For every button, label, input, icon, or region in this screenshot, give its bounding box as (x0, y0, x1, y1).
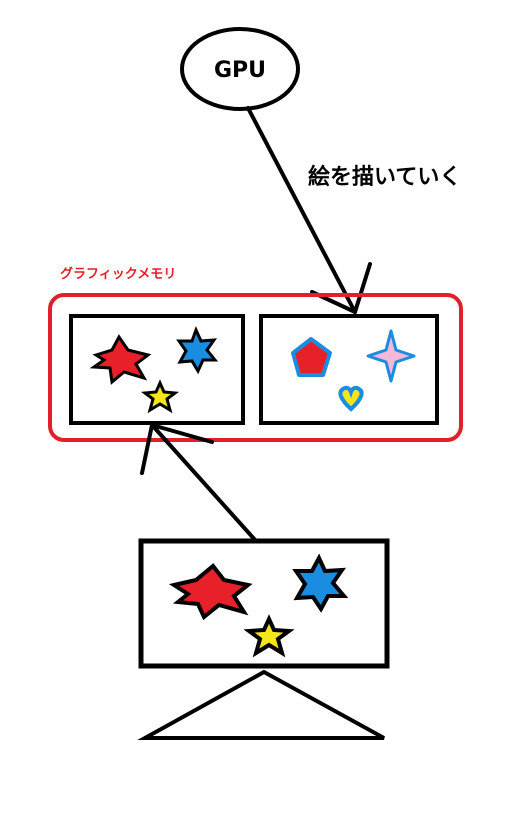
render-pipeline-diagram: GPU 絵を描いていく グラフィックメモリ (48, 27, 463, 740)
monitor (137, 538, 390, 740)
gpu-label: GPU (214, 58, 266, 83)
gpu-draw-arrow (246, 106, 372, 314)
draw-label: 絵を描いていく (308, 164, 461, 190)
gpu-arrow-head-right (353, 262, 372, 314)
front-buffer (69, 314, 245, 425)
graphics-memory-label: グラフィックメモリ (60, 266, 176, 282)
back-buffer (259, 314, 439, 425)
gpu-arrow-shaft (246, 106, 357, 314)
monitor-stand (137, 669, 385, 740)
display-arrow-shaft (150, 423, 258, 543)
gpu-node: GPU (180, 27, 300, 111)
display-read-arrow (140, 423, 258, 543)
display-arrow-head-left (140, 423, 154, 475)
